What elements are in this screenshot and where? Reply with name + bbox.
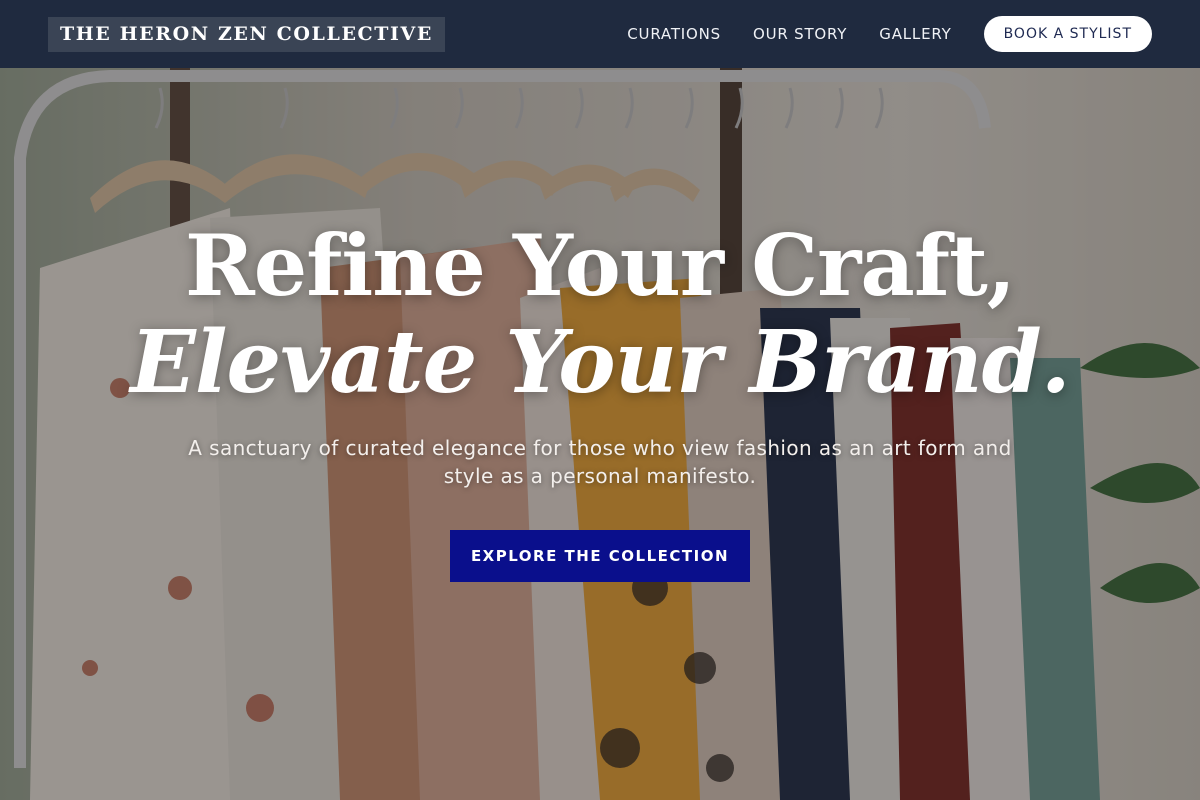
explore-collection-button[interactable]: EXPLORE THE COLLECTION [450,530,750,582]
hero-section: Refine Your Craft, Elevate Your Brand. A… [0,68,1200,800]
nav-link-our-story[interactable]: OUR STORY [753,25,847,43]
nav-link-curations[interactable]: CURATIONS [627,25,721,43]
site-header: THE HERON ZEN COLLECTIVE CURATIONS OUR S… [0,0,1200,68]
nav-link-gallery[interactable]: GALLERY [879,25,951,43]
hero-headline-line-2: Elevate Your Brand. [130,312,1070,413]
main-nav: CURATIONS OUR STORY GALLERY BOOK A STYLI… [627,16,1152,52]
hero-headline-line-1: Refine Your Craft, [184,216,1016,315]
hero-headline: Refine Your Craft, Elevate Your Brand. [0,218,1200,412]
book-stylist-button[interactable]: BOOK A STYLIST [983,16,1152,52]
brand-logo[interactable]: THE HERON ZEN COLLECTIVE [48,16,445,52]
hero-subtext: A sanctuary of curated elegance for thos… [188,436,1012,488]
